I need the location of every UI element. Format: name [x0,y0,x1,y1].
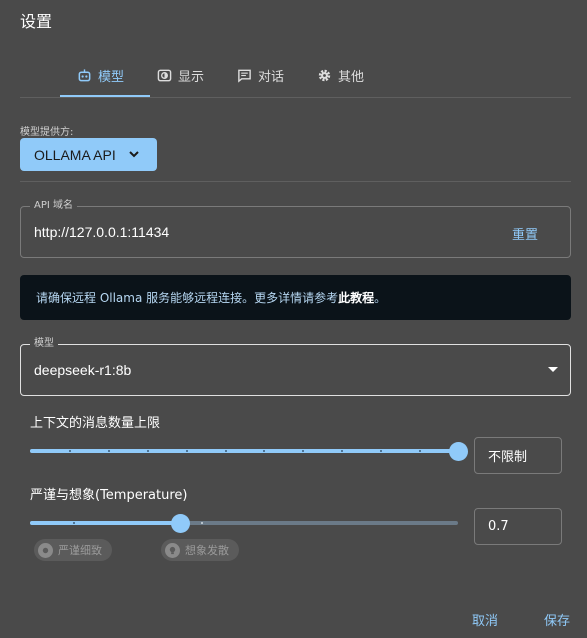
caret-down-icon [548,367,558,372]
slider-mark [224,450,227,452]
model-value: deepseek-r1:8b [34,362,132,378]
api-host-legend: API 域名 [30,200,77,212]
save-button[interactable]: 保存 [544,610,570,629]
info-alert: 请确保远程 Ollama 服务能够远程连接。更多详情请参考 此教程。 [20,275,571,320]
tabs-divider [20,97,571,98]
api-host-field[interactable]: API 域名 http://127.0.0.1:11434 重置 [20,200,571,258]
temperature-label: 严谨与想象(Temperature) [30,488,188,503]
temperature-slider[interactable] [30,513,458,533]
model-legend: 模型 [30,338,58,350]
tab-other[interactable]: 其他 [300,54,380,96]
lightbulb-icon [165,542,180,558]
provider-label: 模型提供方: [20,127,74,138]
chip-imaginative[interactable]: 想象发散 [161,539,239,561]
chip-precise-label: 严谨细致 [58,544,102,557]
api-host-input[interactable]: http://127.0.0.1:11434 [34,224,169,240]
slider-thumb[interactable] [449,442,468,461]
dialog-title: 设置 [20,12,53,31]
gear-icon [316,67,332,83]
slider-thumb[interactable] [170,514,190,533]
context-limit-slider[interactable] [30,441,468,461]
info-suffix: 。 [374,291,387,305]
model-select[interactable]: 模型 deepseek-r1:8b [20,338,571,396]
display-icon [156,67,172,83]
slider-mark [107,450,110,452]
chip-precise[interactable]: 严谨细致 [34,539,112,561]
settings-tabs: 模型 显示 对话 其他 [60,54,380,98]
chevron-down-icon [127,147,141,161]
slider-track [30,449,458,453]
cancel-button[interactable]: 取消 [472,610,498,629]
slider-mark [185,450,188,452]
tab-model[interactable]: 模型 [60,54,140,96]
tab-other-label: 其他 [338,69,365,85]
tab-display-label: 显示 [178,69,205,85]
brain-icon [38,542,53,558]
tab-display[interactable]: 显示 [140,54,220,96]
context-limit-input[interactable]: 不限制 [474,437,562,474]
section-divider [20,181,571,182]
info-text: 请确保远程 Ollama 服务能够远程连接。更多详情请参考 [36,291,339,305]
slider-track [30,521,180,525]
temperature-input[interactable]: 0.7 [474,508,562,545]
provider-value: OLLAMA API [34,146,116,163]
chip-imaginative-label: 想象发散 [185,544,229,557]
reset-button[interactable]: 重置 [512,224,538,243]
slider-mark [72,522,75,524]
slider-mark [68,450,71,452]
tutorial-link[interactable]: 此教程 [338,289,374,306]
chat-icon [236,67,252,83]
tab-chat-label: 对话 [258,69,285,85]
provider-select-button[interactable]: OLLAMA API [20,138,157,171]
tab-model-label: 模型 [98,69,125,85]
robot-icon [76,67,92,83]
context-limit-label: 上下文的消息数量上限 [30,416,161,431]
tab-chat[interactable]: 对话 [220,54,300,96]
slider-mark [146,450,149,452]
